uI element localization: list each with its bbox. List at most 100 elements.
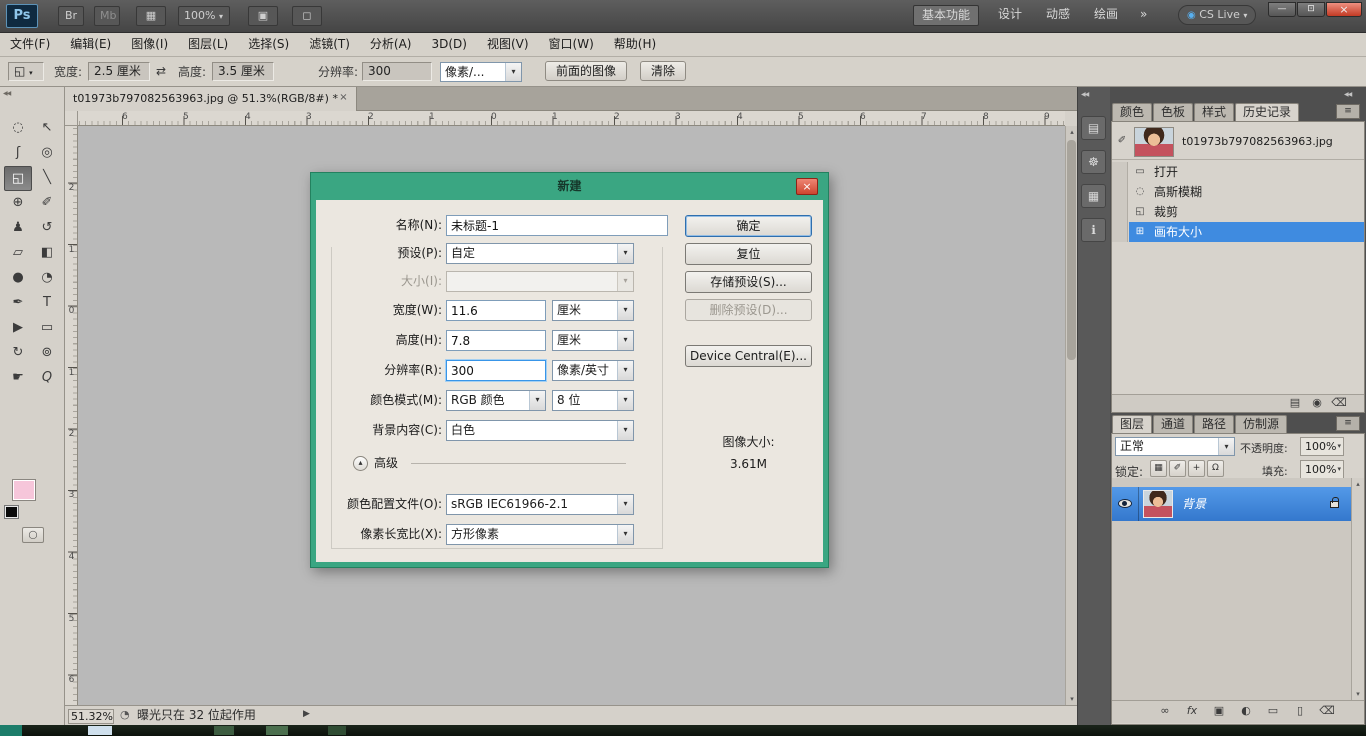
crop-tool[interactable]: ◱: [4, 166, 32, 191]
dock-collapse-icon[interactable]: ◀◀: [1344, 91, 1351, 98]
dodge-tool[interactable]: ◔: [33, 266, 61, 291]
menu-file[interactable]: 文件(F): [0, 33, 60, 56]
resolution-input[interactable]: [446, 360, 546, 381]
spot-healing-brush-tool[interactable]: ⊕: [4, 191, 32, 216]
screen-mode-icon[interactable]: ◻: [292, 6, 322, 26]
mini-bridge-launcher-icon[interactable]: Mb: [94, 6, 120, 26]
hand-tool[interactable]: ☛: [4, 366, 32, 391]
new-document-from-state-icon[interactable]: ▤: [1285, 395, 1305, 411]
history-snapshot-thumbnail[interactable]: [1134, 127, 1174, 157]
eyedropper-tool[interactable]: ╲: [33, 166, 61, 191]
history-source-icon[interactable]: ✐: [1114, 134, 1130, 148]
adjustment-layer-icon[interactable]: ◐: [1236, 703, 1256, 719]
scroll-down-icon[interactable]: ▾: [1352, 688, 1364, 700]
add-layer-mask-icon[interactable]: ▣: [1209, 703, 1229, 719]
restore-button[interactable]: ⊡: [1297, 2, 1325, 17]
taskbar-item[interactable]: [88, 726, 112, 735]
link-layers-icon[interactable]: ∞: [1155, 703, 1175, 719]
scroll-up-icon[interactable]: ▴: [1352, 478, 1364, 490]
color-mode-select[interactable]: RGB 颜色 ▾: [446, 390, 546, 411]
layer-name[interactable]: 背景: [1182, 487, 1206, 521]
blur-tool[interactable]: ●: [4, 266, 32, 291]
history-source-well[interactable]: [1112, 162, 1128, 182]
zoom-tool[interactable]: Q: [33, 366, 61, 391]
lasso-tool[interactable]: ʃ: [4, 141, 32, 166]
layer-thumbnail[interactable]: [1143, 490, 1173, 518]
layer-row-background[interactable]: 背景: [1112, 487, 1351, 521]
path-selection-tool[interactable]: ▶: [4, 316, 32, 341]
workspace-painting[interactable]: 绘画: [1086, 5, 1126, 26]
resolution-unit-select[interactable]: 像素/英寸 ▾: [552, 360, 634, 381]
quick-mask-button[interactable]: ◯: [22, 527, 44, 543]
scrollbar-thumb[interactable]: [1067, 140, 1076, 360]
tab-clone-source[interactable]: 仿制源: [1235, 415, 1287, 433]
history-item-open[interactable]: ▭ 打开: [1112, 162, 1364, 182]
opacity-field[interactable]: 100% ▾: [1300, 437, 1344, 456]
zoom-level-combo[interactable]: 100% ▾: [178, 6, 230, 26]
status-flyout-icon[interactable]: ▶: [303, 709, 310, 719]
swap-dimensions-icon[interactable]: ⇄: [156, 61, 166, 81]
3d-rotate-tool[interactable]: ↻: [4, 341, 32, 366]
menu-layer[interactable]: 图层(L): [178, 33, 238, 56]
eraser-tool[interactable]: ▱: [4, 241, 32, 266]
lock-pixels-icon[interactable]: ✐: [1169, 460, 1186, 477]
rectangle-tool[interactable]: ▭: [33, 316, 61, 341]
histogram-panel-icon[interactable]: ▦: [1081, 184, 1106, 208]
tab-swatches[interactable]: 色板: [1153, 103, 1193, 121]
preset-select[interactable]: 自定 ▾: [446, 243, 634, 264]
view-extras-icon[interactable]: ▦: [136, 6, 166, 26]
document-tab-close-icon[interactable]: ×: [337, 92, 350, 105]
pixel-aspect-select[interactable]: 方形像素 ▾: [446, 524, 634, 545]
workspace-overflow-icon[interactable]: »: [1132, 5, 1155, 26]
mini-bridge-panel-icon[interactable]: ▤: [1081, 116, 1106, 140]
clear-button[interactable]: 清除: [640, 61, 686, 81]
layers-panel-menu-icon[interactable]: ≡: [1336, 416, 1360, 431]
navigator-panel-icon[interactable]: ☸: [1081, 150, 1106, 174]
clone-stamp-tool[interactable]: ♟: [4, 216, 32, 241]
history-source-well[interactable]: [1112, 182, 1128, 202]
move-tool[interactable]: ↖: [33, 116, 61, 141]
status-zoom-field[interactable]: 51.32%: [68, 709, 114, 724]
layers-scrollbar[interactable]: ▴ ▾: [1351, 478, 1364, 700]
pen-tool[interactable]: ✒: [4, 291, 32, 316]
menu-view[interactable]: 视图(V): [477, 33, 539, 56]
eye-icon[interactable]: [1118, 499, 1132, 508]
width-unit-select[interactable]: 厘米 ▾: [552, 300, 634, 321]
ok-button[interactable]: 确定: [685, 215, 812, 237]
new-group-icon[interactable]: ▭: [1263, 703, 1283, 719]
device-central-button[interactable]: Device Central(E)...: [685, 345, 812, 367]
workspace-motion[interactable]: 动感: [1038, 5, 1078, 26]
workspace-design[interactable]: 设计: [990, 5, 1030, 26]
cs-live-button[interactable]: ◉ CS Live ▾: [1178, 5, 1256, 25]
delete-state-icon[interactable]: ⌫: [1329, 395, 1349, 411]
document-tab[interactable]: t01973b797082563963.jpg @ 51.3%(RGB/8#) …: [65, 87, 357, 111]
taskbar-item[interactable]: [266, 726, 288, 735]
tool-preset-picker[interactable]: ◱ ▾: [8, 62, 44, 81]
windows-taskbar[interactable]: [0, 725, 1366, 736]
menu-analysis[interactable]: 分析(A): [360, 33, 422, 56]
taskbar-item[interactable]: [214, 726, 234, 735]
tab-layers[interactable]: 图层: [1112, 415, 1152, 433]
reset-button[interactable]: 复位: [685, 243, 812, 265]
layer-style-icon[interactable]: fx: [1182, 703, 1202, 719]
crop-height-field[interactable]: 3.5 厘米: [212, 62, 274, 81]
resolution-unit-select[interactable]: 像素/... ▾: [440, 62, 522, 82]
dialog-close-icon[interactable]: ×: [796, 178, 818, 195]
width-input[interactable]: [446, 300, 546, 321]
history-brush-tool[interactable]: ↺: [33, 216, 61, 241]
front-image-button[interactable]: 前面的图像: [545, 61, 627, 81]
horizontal-ruler[interactable]: [78, 111, 1065, 126]
lock-position-icon[interactable]: +: [1188, 460, 1205, 477]
photoshop-logo-icon[interactable]: Ps: [6, 4, 38, 28]
canvas-vertical-scrollbar[interactable]: ▴ ▾: [1065, 126, 1077, 705]
info-panel-icon[interactable]: ℹ: [1081, 218, 1106, 242]
new-layer-icon[interactable]: ▯: [1290, 703, 1310, 719]
3d-orbit-tool[interactable]: ⊚: [33, 341, 61, 366]
tab-styles[interactable]: 样式: [1194, 103, 1234, 121]
menu-help[interactable]: 帮助(H): [604, 33, 666, 56]
lock-transparency-icon[interactable]: ▦: [1150, 460, 1167, 477]
history-source-well[interactable]: [1112, 222, 1128, 242]
height-input[interactable]: [446, 330, 546, 351]
taskbar-item[interactable]: [0, 725, 22, 736]
blend-mode-select[interactable]: 正常 ▾: [1115, 437, 1235, 456]
